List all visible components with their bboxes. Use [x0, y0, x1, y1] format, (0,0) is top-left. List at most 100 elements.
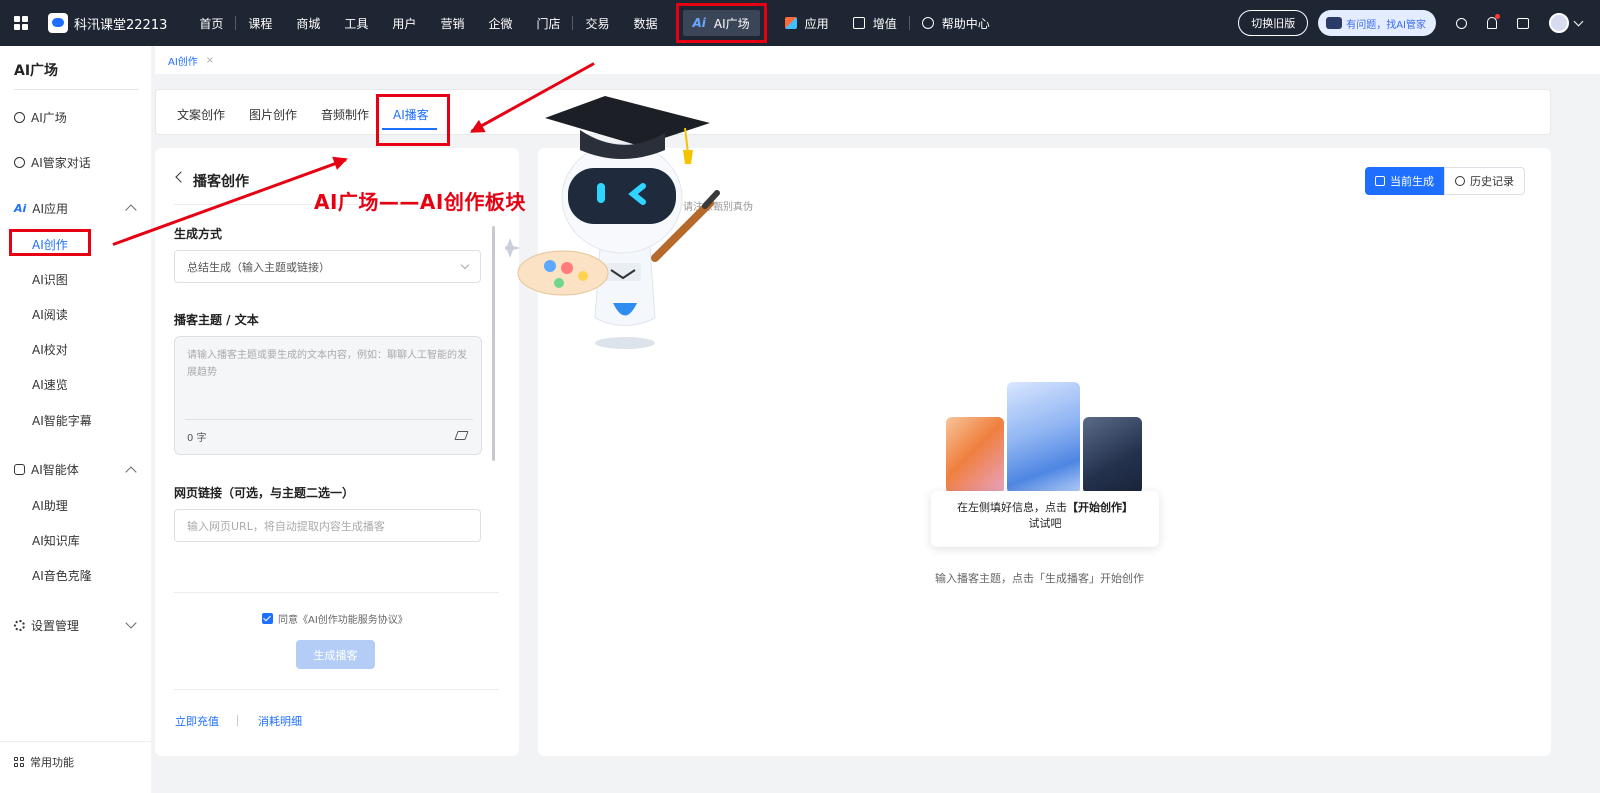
sidebar-item-ai-assistant[interactable]: AI助理: [32, 497, 68, 514]
nav-value-added-label: 增值: [872, 16, 897, 31]
apps-grid-icon[interactable]: [14, 16, 28, 30]
nav-home[interactable]: 首页: [187, 0, 235, 46]
nav-data[interactable]: 数据: [622, 0, 670, 46]
breadcrumb-label: AI创作: [168, 57, 198, 68]
creation-tabs: 文案创作 图片创作 音频制作 AI播客: [155, 89, 1551, 135]
sidebar-item-ai-image-recognition[interactable]: AI识图: [32, 271, 68, 288]
tab-copywriting[interactable]: 文案创作: [177, 106, 225, 123]
sidebar-item-ai-reading[interactable]: AI阅读: [32, 306, 68, 323]
nav-users[interactable]: 用户: [380, 0, 428, 46]
nav-ai-plaza[interactable]: Ai AI广场: [682, 10, 760, 36]
divider: [185, 419, 473, 420]
eraser-icon[interactable]: [454, 431, 469, 440]
annotation-caption: AI广场——AI创作板块: [314, 190, 526, 214]
search-icon[interactable]: [1456, 17, 1467, 29]
nav-right-tools: 切换旧版 有问题，找AI管家: [1238, 0, 1600, 46]
sidebar-group-label: AI智能体: [31, 462, 79, 477]
generate-podcast-button[interactable]: 生成播客: [296, 640, 375, 669]
url-label: 网页链接（可选，与主题二选一）: [174, 486, 355, 500]
notification-dot: [1495, 14, 1500, 19]
sidebar-divider: [14, 89, 139, 90]
chevron-down-icon[interactable]: [125, 617, 137, 629]
sidebar-group-ai-apps[interactable]: Ai AI应用: [14, 198, 68, 218]
ai-helper-label: 有问题，找AI管家: [1346, 19, 1426, 31]
nav-tools[interactable]: 工具: [332, 0, 380, 46]
tip-emphasis: 【开始创作】: [1067, 501, 1133, 514]
sidebar-group-settings[interactable]: 设置管理: [14, 615, 79, 635]
illustration-card: [1083, 417, 1142, 494]
chevron-up-icon[interactable]: [125, 204, 137, 216]
robot-icon: [14, 463, 25, 475]
avatar[interactable]: [1549, 13, 1569, 33]
current-generation-tab[interactable]: 当前生成: [1365, 167, 1444, 195]
nav-ai-plaza-label: AI广场: [713, 16, 750, 31]
ai-helper-button[interactable]: 有问题，找AI管家: [1318, 10, 1436, 36]
brand-name: 科汛课堂22213: [74, 17, 168, 33]
topic-textarea[interactable]: 请输入播客主题或要生成的文本内容，例如：聊聊人工智能的发展趋势 0 字: [174, 336, 482, 455]
robot-icon: [1326, 17, 1343, 29]
nav-value-added[interactable]: 增值: [841, 0, 909, 46]
tip-line-2: 试试吧: [1028, 517, 1062, 530]
url-input[interactable]: 输入网页URL，将自动提取内容生成播客: [174, 509, 481, 542]
sidebar-item-ai-knowledge[interactable]: AI知识库: [32, 532, 80, 549]
nav-stores[interactable]: 门店: [524, 0, 572, 46]
sidebar-item-ai-proofread[interactable]: AI校对: [32, 341, 68, 358]
sidebar-item-ai-butler[interactable]: AI管家对话: [14, 152, 91, 172]
sidebar: AI广场 AI广场 AI管家对话 Ai AI应用 AI创作 AI识图 AI阅读 …: [0, 46, 151, 793]
brand-logo: [48, 13, 68, 33]
sidebar-item-label: AI管家对话: [31, 155, 91, 170]
consumption-detail-link[interactable]: 消耗明细: [258, 713, 302, 729]
chevron-up-icon[interactable]: [125, 466, 137, 478]
generation-mode-select[interactable]: 总结生成（输入主题或链接）: [174, 250, 481, 283]
sidebar-item-ai-create[interactable]: AI创作: [32, 236, 68, 253]
nav-apps[interactable]: 应用: [773, 0, 841, 46]
chat-icon: [14, 156, 25, 168]
tip-line-1: 在左侧填好信息，点击【开始创作】: [931, 500, 1159, 516]
close-icon[interactable]: ×: [206, 55, 214, 66]
main-menu: 首页 课程 商城 工具 用户 营销 企微 门店 交易 数据 Ai AI广场 应用…: [187, 0, 1001, 46]
agreement-checkbox[interactable]: 同意《AI创作功能服务协议》: [262, 611, 408, 626]
sidebar-group-label: 设置管理: [31, 618, 80, 633]
switch-old-version-button[interactable]: 切换旧版: [1238, 10, 1309, 36]
recharge-link[interactable]: 立即充值: [175, 713, 219, 729]
cube-icon: [784, 17, 797, 29]
checkbox-checked-icon[interactable]: [262, 613, 273, 624]
nav-help-label: 帮助中心: [941, 16, 990, 31]
topic-label: 播客主题 / 文本: [174, 313, 259, 327]
tab-highlight-box: [376, 94, 450, 146]
breadcrumb-tab[interactable]: AI创作 ×: [168, 53, 214, 68]
inbox-icon[interactable]: [1517, 17, 1529, 29]
chevron-down-icon: [460, 260, 470, 270]
nav-mall[interactable]: 商城: [284, 0, 332, 46]
sidebar-item-ai-plaza[interactable]: AI广场: [14, 107, 67, 127]
sidebar-group-ai-agents[interactable]: AI智能体: [14, 459, 79, 479]
scrollbar[interactable]: [492, 226, 495, 461]
divider: [174, 592, 499, 593]
sidebar-group-label: AI应用: [32, 201, 69, 216]
podcast-form-panel: 播客创作 生成方式 总结生成（输入主题或链接） 播客主题 / 文本 请输入播客主…: [155, 148, 519, 756]
nav-wecom[interactable]: 企微: [476, 0, 524, 46]
top-navbar: 科汛课堂22213 首页 课程 商城 工具 用户 营销 企微 门店 交易 数据 …: [0, 0, 1600, 46]
nav-trade[interactable]: 交易: [573, 0, 621, 46]
history-tab[interactable]: 历史记录: [1444, 167, 1525, 195]
common-functions-button[interactable]: 常用功能: [14, 754, 74, 770]
nav-help-center[interactable]: 帮助中心: [910, 0, 1002, 46]
link-separator: [237, 715, 238, 726]
ai-logo-icon: Ai: [14, 201, 27, 215]
breadcrumb: AI创作 ×: [155, 46, 1600, 74]
tab-audio-production[interactable]: 音频制作: [321, 106, 369, 123]
common-functions-label: 常用功能: [30, 756, 74, 769]
sidebar-bottom-divider: [0, 741, 151, 742]
history-icon: [1455, 176, 1465, 186]
grid-icon: [14, 757, 24, 767]
chevron-down-icon[interactable]: [1573, 16, 1584, 26]
sidebar-item-ai-subtitles[interactable]: AI智能字幕: [32, 412, 92, 429]
tab-image-creation[interactable]: 图片创作: [249, 106, 297, 123]
back-arrow-icon[interactable]: [175, 171, 187, 183]
nav-marketing[interactable]: 营销: [428, 0, 476, 46]
sidebar-item-ai-skim[interactable]: AI速览: [32, 376, 68, 393]
nav-courses[interactable]: 课程: [236, 0, 284, 46]
sidebar-item-label: AI广场: [31, 110, 67, 125]
bell-icon[interactable]: [1487, 14, 1500, 29]
sidebar-item-ai-voice-clone[interactable]: AI音色克隆: [32, 567, 92, 584]
